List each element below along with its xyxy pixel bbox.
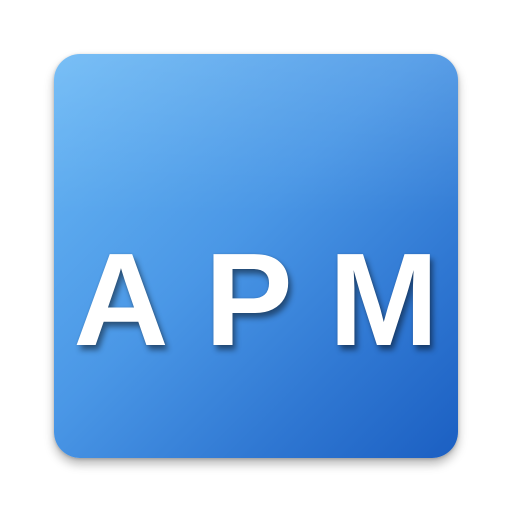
letter-m: M xyxy=(328,226,439,373)
letter-p: P xyxy=(204,226,293,373)
app-icon[interactable]: A P M xyxy=(54,54,458,458)
app-icon-label: A P M xyxy=(54,230,458,370)
letter-a: A xyxy=(73,226,169,373)
canvas: A P M xyxy=(0,0,512,512)
